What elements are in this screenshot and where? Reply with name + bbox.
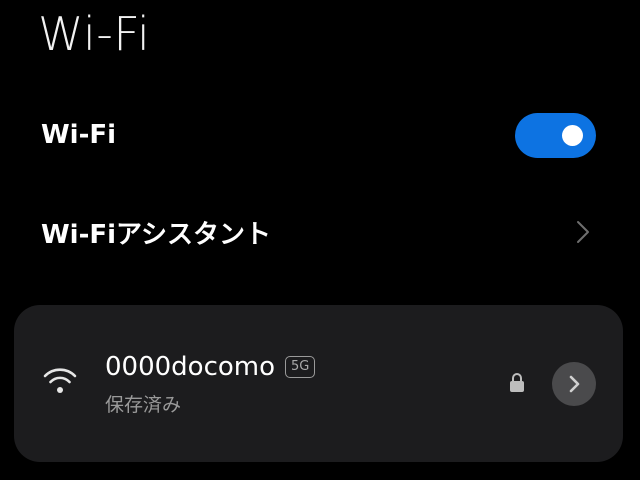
band-badge: 5G <box>285 356 316 378</box>
network-status: 保存済み <box>105 394 182 416</box>
wifi-assistant-label: Wi-Fiアシスタント <box>41 219 272 250</box>
wifi-assistant-row[interactable]: Wi-Fiアシスタント <box>0 197 640 267</box>
network-item[interactable]: 0000docomo 5G 保存済み <box>14 305 623 462</box>
chevron-right-icon <box>577 221 589 243</box>
wifi-signal-icon <box>43 368 77 393</box>
wifi-settings-screen: Wi-Fi Wi-Fi Wi-Fiアシスタント 0000docomo 5G 保存… <box>0 0 640 480</box>
wifi-toggle-switch[interactable] <box>515 113 596 158</box>
page-title: Wi-Fi <box>38 7 151 61</box>
network-ssid: 0000docomo <box>105 352 276 382</box>
wifi-toggle-row[interactable]: Wi-Fi <box>0 100 640 170</box>
network-details-button[interactable] <box>552 362 596 406</box>
toggle-knob <box>562 125 583 146</box>
wifi-toggle-label: Wi-Fi <box>41 120 117 150</box>
chevron-right-icon <box>569 375 580 393</box>
lock-icon <box>510 373 524 392</box>
